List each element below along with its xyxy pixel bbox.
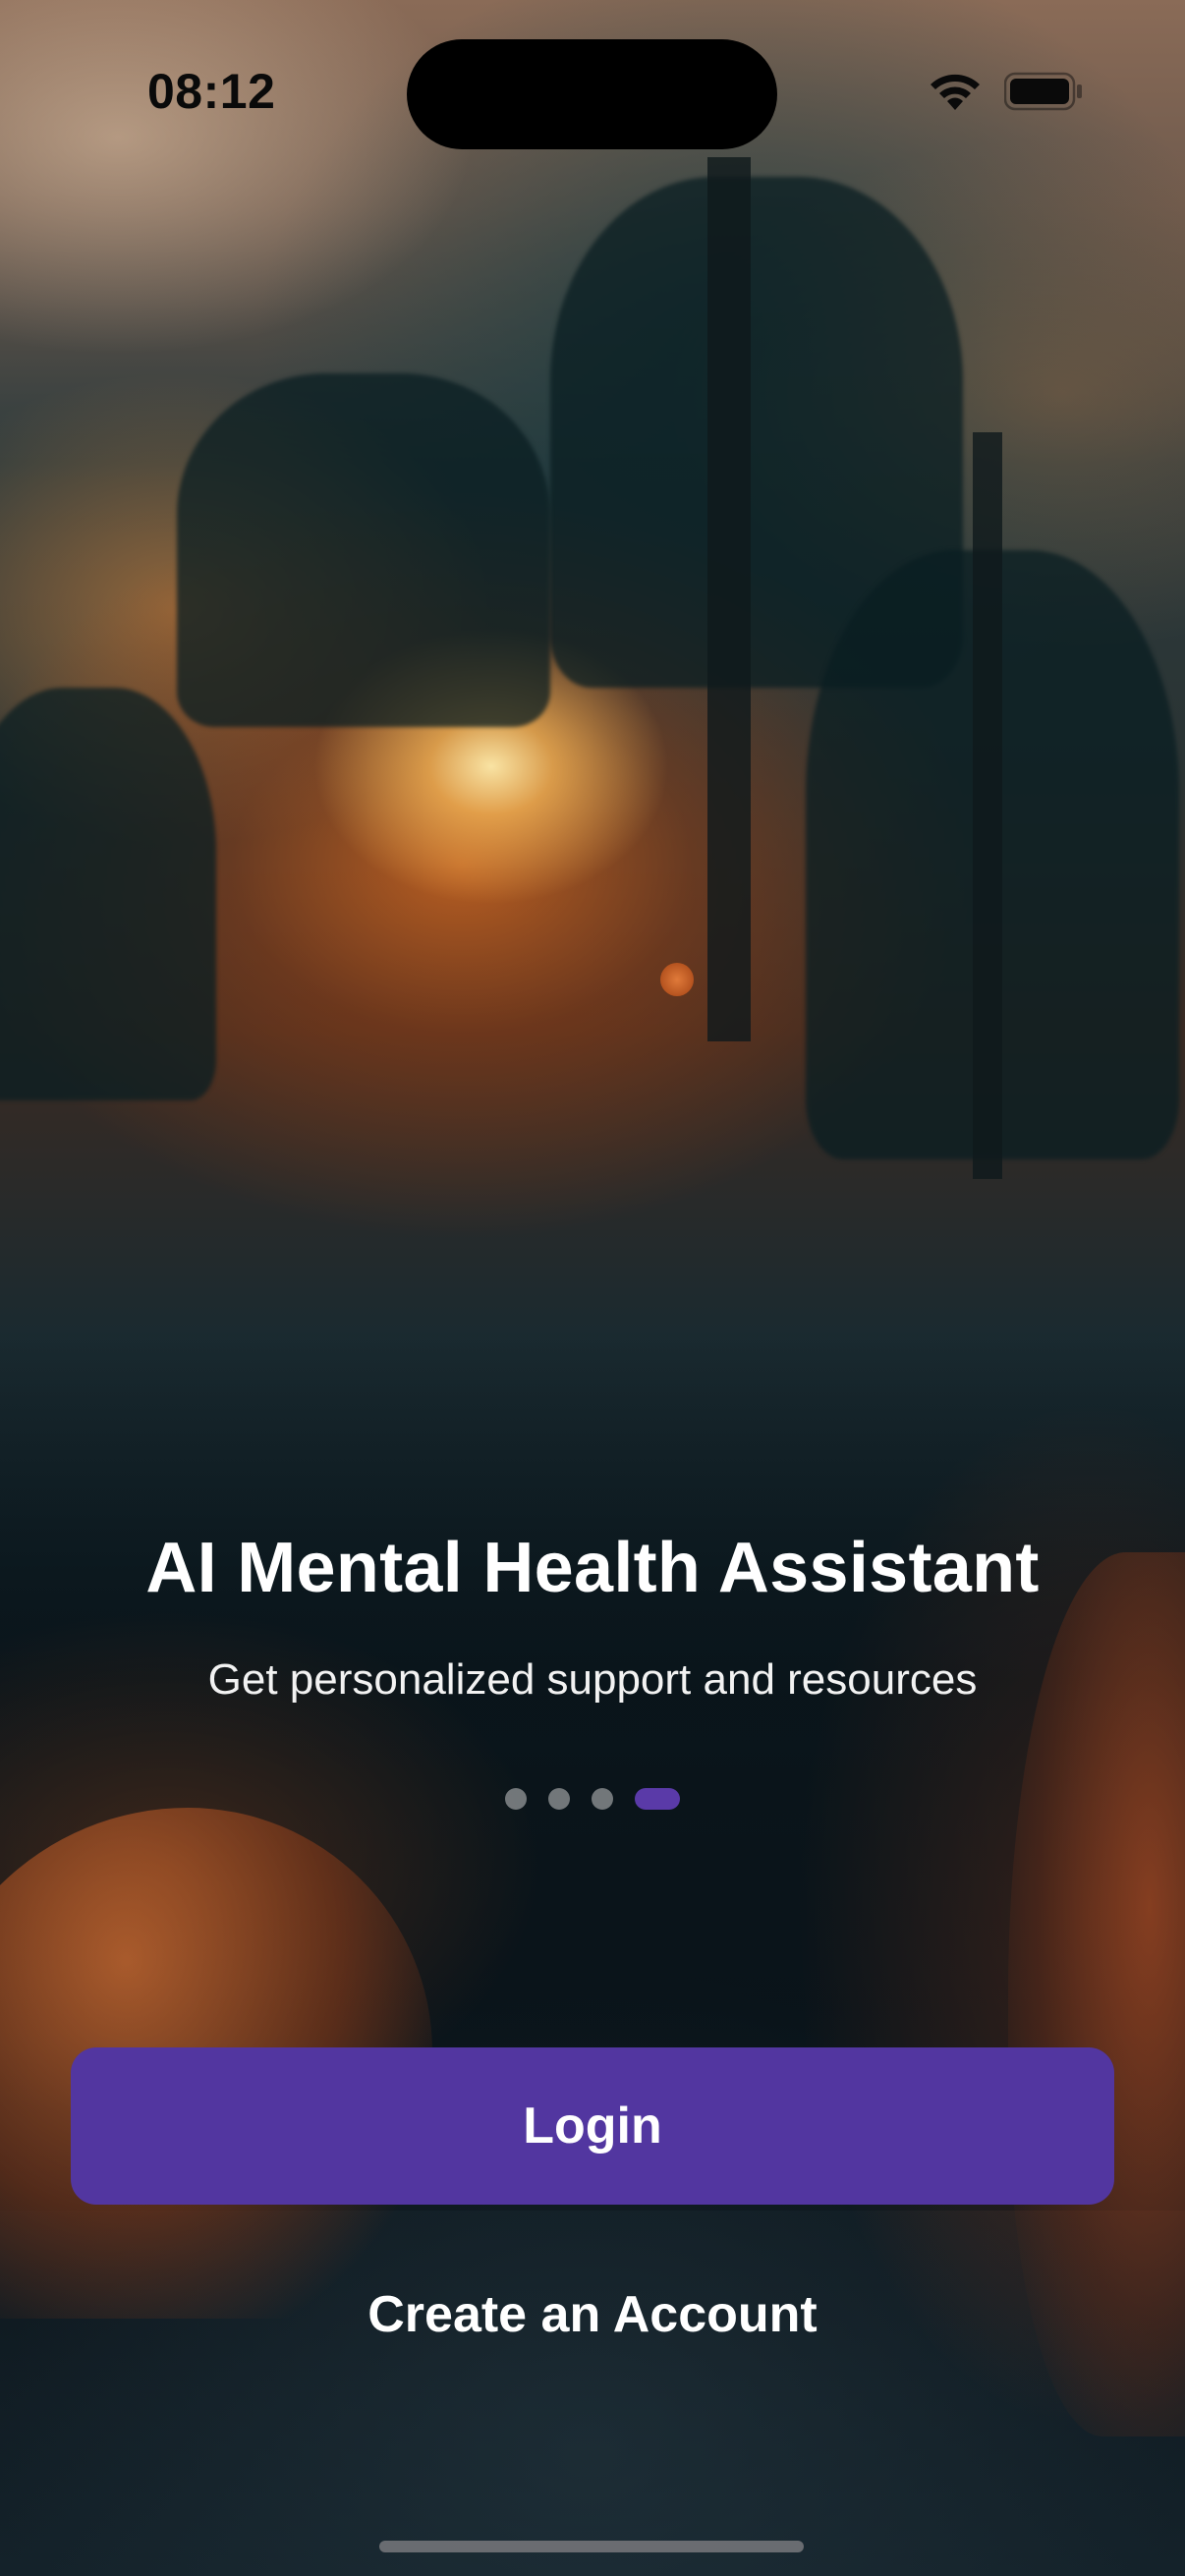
onboarding-title: AI Mental Health Assistant: [145, 1529, 1040, 1607]
create-account-link[interactable]: Create an Account: [0, 2285, 1185, 2344]
onboarding-subtitle: Get personalized support and resources: [207, 1655, 978, 1704]
page-indicator[interactable]: [0, 1788, 1185, 1810]
page-dot-4-active[interactable]: [635, 1788, 680, 1810]
status-icons: [928, 71, 1083, 112]
dynamic-island: [407, 39, 777, 149]
page-dot-3[interactable]: [592, 1788, 613, 1810]
wifi-icon: [928, 71, 983, 112]
status-time: 08:12: [147, 64, 276, 119]
login-button[interactable]: Login: [71, 2047, 1114, 2205]
battery-icon: [1004, 72, 1083, 111]
onboarding-screen: 08:12 AI Mental Health Assistant Get per…: [0, 0, 1185, 2576]
home-indicator: [379, 2541, 804, 2552]
page-dot-2[interactable]: [548, 1788, 570, 1810]
page-dot-1[interactable]: [505, 1788, 527, 1810]
